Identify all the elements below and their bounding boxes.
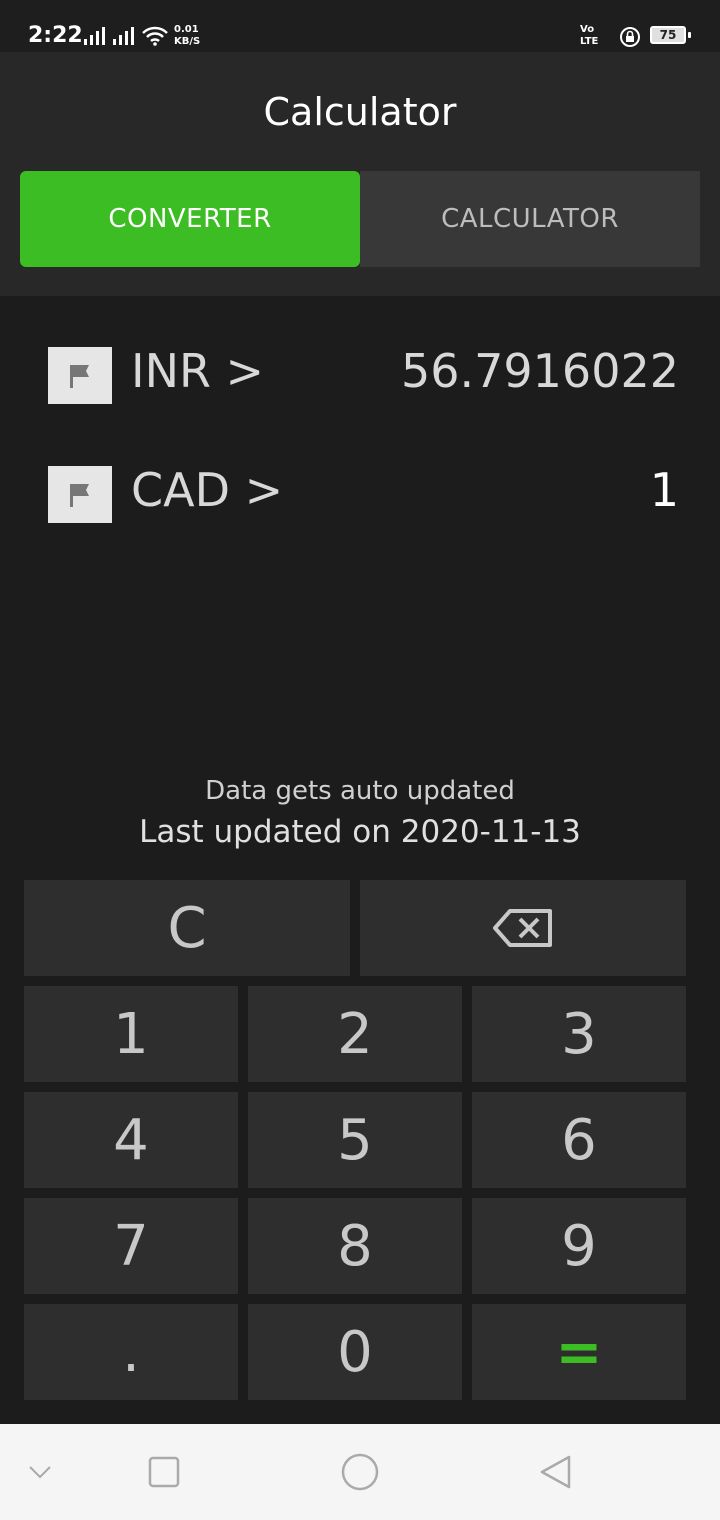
network-speed-value: 0.01 (174, 24, 199, 35)
equals-button[interactable]: = (472, 1304, 686, 1400)
key-8[interactable]: 8 (248, 1198, 462, 1294)
last-updated-text: Last updated on 2020-11-13 (139, 814, 581, 850)
status-time: 2:22 (28, 23, 83, 48)
tab-converter[interactable]: CONVERTER (20, 171, 360, 267)
signal-strength-icon (113, 27, 134, 45)
key-6[interactable]: 6 (472, 1092, 686, 1188)
currency-row-inr[interactable]: INR > 56.7916022 (0, 336, 720, 416)
backspace-icon (493, 909, 552, 947)
currency-code-inr[interactable]: INR > (131, 344, 264, 398)
backspace-button[interactable] (360, 880, 686, 976)
back-icon[interactable] (538, 1454, 574, 1490)
key-2[interactable]: 2 (248, 986, 462, 1082)
wifi-icon (142, 26, 168, 46)
volte-bottom: LTE (580, 36, 599, 47)
flag-icon (48, 466, 112, 523)
system-nav-bar (0, 1424, 720, 1520)
battery-tip (688, 32, 691, 38)
auto-update-note: Data gets auto updated (205, 776, 515, 806)
rotation-lock-icon (620, 27, 640, 47)
volte-indicator: Vo LTE (580, 24, 598, 48)
network-speed-unit: KB/S (174, 36, 201, 47)
network-speed: 0.01 KB/S (174, 24, 200, 48)
home-icon[interactable] (340, 1452, 380, 1492)
flag-glyph-icon (70, 364, 89, 388)
key-decimal[interactable]: . (24, 1304, 238, 1400)
volte-top: Vo (580, 24, 595, 35)
key-3[interactable]: 3 (472, 986, 686, 1082)
flag-glyph-icon (70, 483, 89, 507)
key-4[interactable]: 4 (24, 1092, 238, 1188)
app-header: Calculator CONVERTER CALCULATOR (0, 52, 720, 296)
clear-button[interactable]: C (24, 880, 350, 976)
key-9[interactable]: 9 (472, 1198, 686, 1294)
key-0[interactable]: 0 (248, 1304, 462, 1400)
flag-icon (48, 347, 112, 404)
currency-value-cad[interactable]: 1 (650, 463, 679, 517)
key-1[interactable]: 1 (24, 986, 238, 1082)
key-7[interactable]: 7 (24, 1198, 238, 1294)
currency-value-inr[interactable]: 56.7916022 (401, 344, 679, 398)
currency-code-cad[interactable]: CAD > (131, 463, 283, 517)
currency-row-cad[interactable]: CAD > 1 (0, 455, 720, 535)
key-5[interactable]: 5 (248, 1092, 462, 1188)
battery-indicator: 75 (650, 26, 686, 44)
tab-calculator[interactable]: CALCULATOR (360, 171, 700, 267)
recent-apps-icon[interactable] (148, 1456, 180, 1488)
status-bar: 2:22 0.01 KB/S Vo LTE 75 (0, 0, 720, 52)
chevron-down-icon[interactable] (28, 1464, 52, 1480)
signal-strength-icon (84, 27, 105, 45)
page-title: Calculator (263, 90, 457, 134)
